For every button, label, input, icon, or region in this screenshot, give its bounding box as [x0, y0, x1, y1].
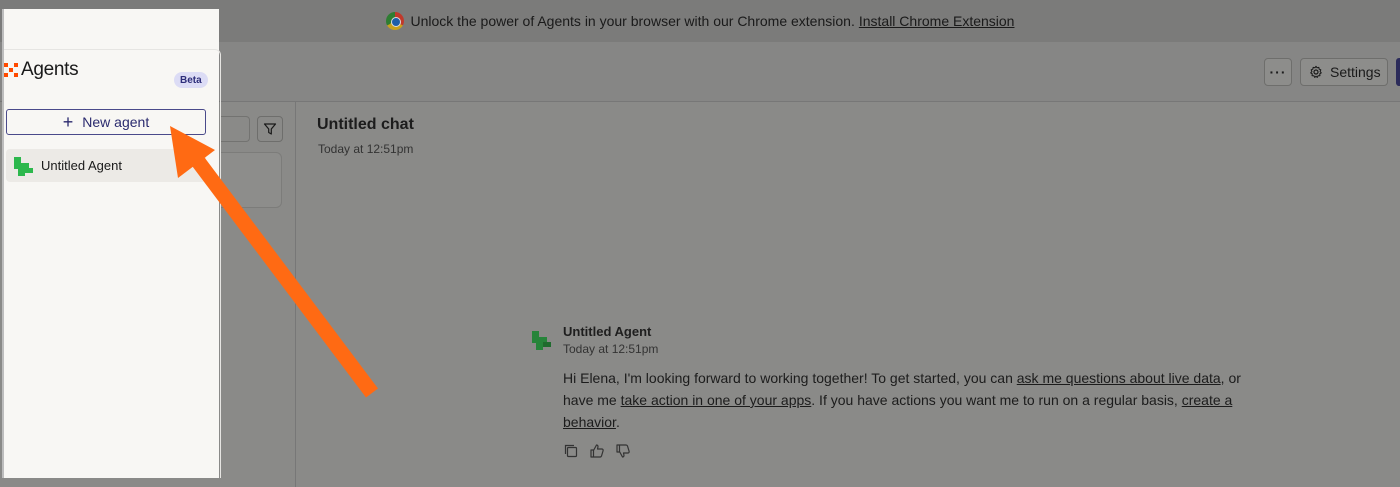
- message-text: .: [615, 414, 620, 430]
- take-action-link[interactable]: take action in one of your apps: [621, 392, 812, 408]
- chat-search-input[interactable]: [220, 116, 250, 142]
- message-text: . If you have actions you want me to run…: [811, 392, 1182, 408]
- install-extension-link[interactable]: Install Chrome Extension: [859, 13, 1015, 29]
- filter-button[interactable]: [257, 116, 283, 142]
- agents-brand: Agents: [4, 59, 79, 81]
- chat-list-item[interactable]: [220, 152, 282, 208]
- copy-icon[interactable]: [563, 443, 579, 459]
- message-author: Untitled Agent: [563, 324, 652, 339]
- sidebar-item-untitled-agent[interactable]: Untitled Agent: [6, 149, 206, 182]
- filter-icon: [263, 123, 277, 135]
- message-actions: [563, 443, 631, 459]
- ask-questions-link[interactable]: ask me questions about live data: [1017, 370, 1221, 386]
- agent-item-label: Untitled Agent: [41, 158, 122, 173]
- new-agent-button[interactable]: + New agent: [6, 109, 206, 135]
- brand-name: Agents: [21, 59, 79, 80]
- settings-button[interactable]: Settings: [1300, 58, 1388, 86]
- chat-timestamp: Today at 12:51pm: [318, 142, 414, 156]
- thumbs-down-icon[interactable]: [615, 443, 631, 459]
- new-agent-label: New agent: [82, 114, 150, 130]
- more-options-button[interactable]: ···: [1264, 58, 1292, 86]
- primary-action-button-edge[interactable]: [1396, 58, 1400, 86]
- message-timestamp: Today at 12:51pm: [563, 342, 659, 356]
- agent-logo-icon: [532, 331, 551, 350]
- beta-badge: Beta: [174, 72, 208, 88]
- chat-title: Untitled chat: [317, 116, 414, 133]
- banner-text: Unlock the power of Agents in your brows…: [410, 13, 855, 29]
- plus-icon: +: [62, 112, 74, 132]
- message-text: Hi Elena, I'm looking forward to working…: [563, 370, 1017, 386]
- chrome-icon: [385, 12, 404, 30]
- settings-label: Settings: [1330, 64, 1381, 80]
- agents-logo-icon: [4, 63, 18, 77]
- agent-logo-icon: [14, 156, 33, 176]
- thumbs-up-icon[interactable]: [589, 443, 605, 459]
- gear-icon: [1310, 65, 1322, 78]
- message-body: Hi Elena, I'm looking forward to working…: [563, 367, 1253, 433]
